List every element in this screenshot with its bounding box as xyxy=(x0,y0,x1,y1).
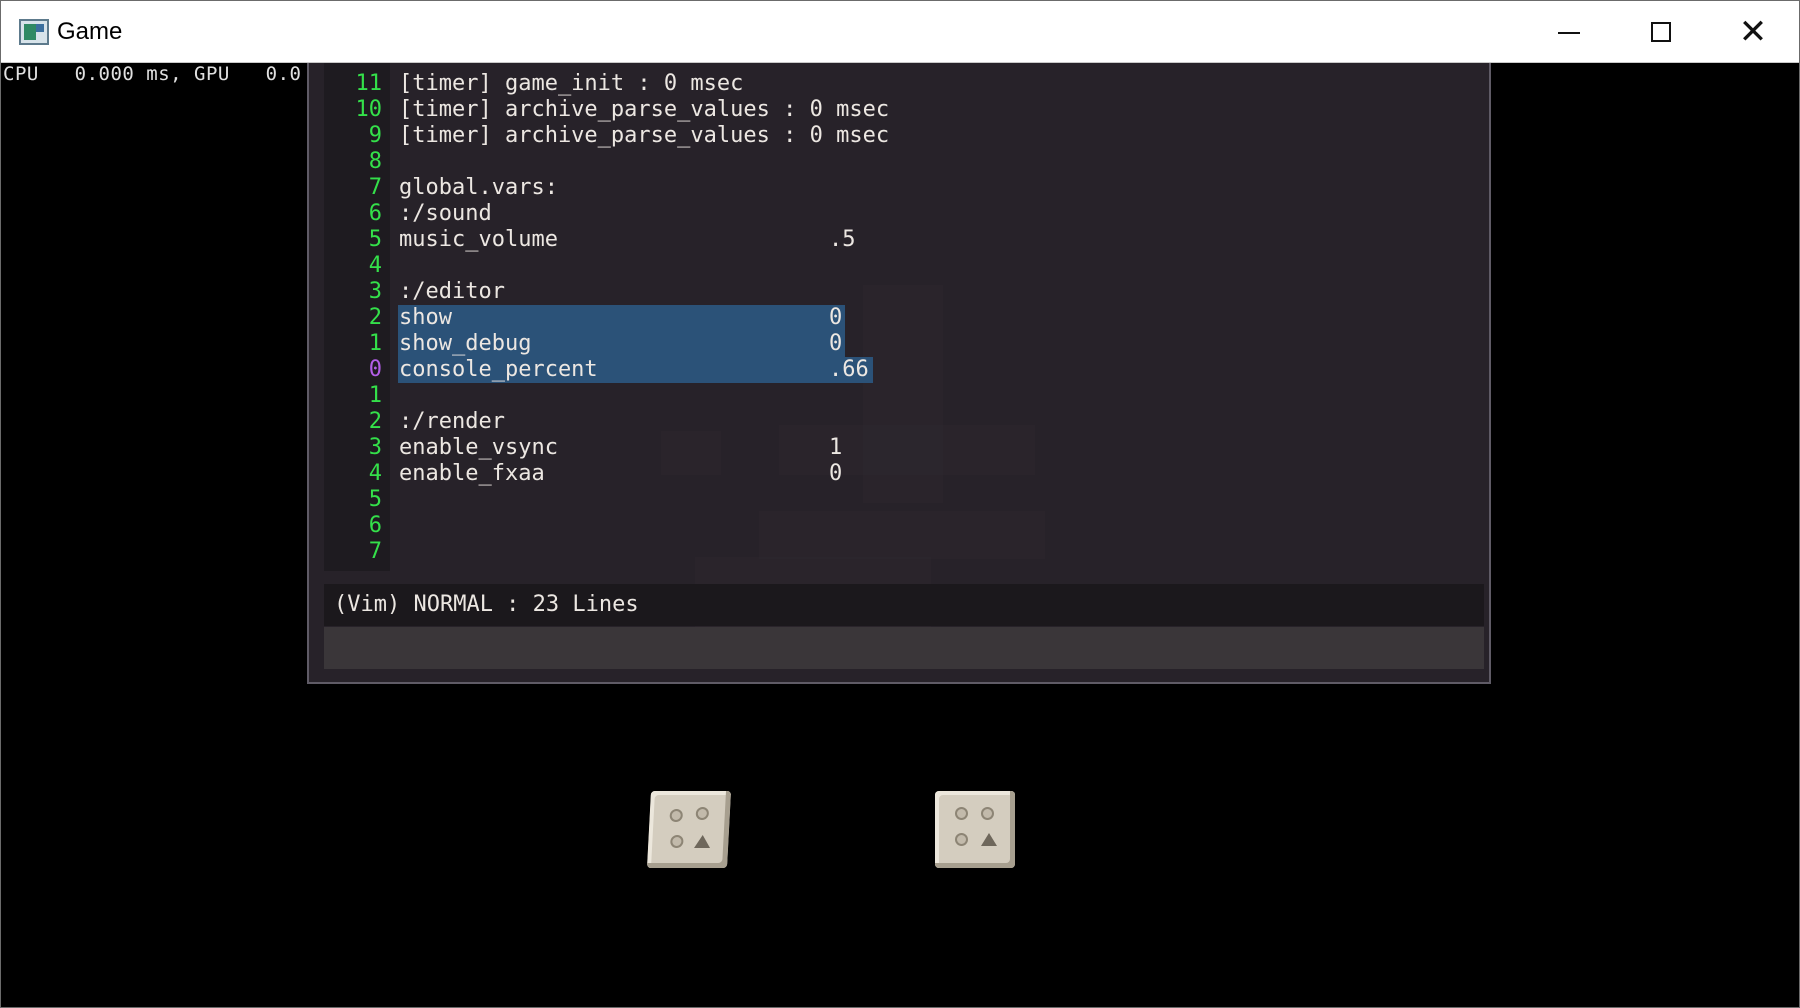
line-number: 5 xyxy=(368,487,382,512)
die-pip xyxy=(669,809,684,822)
line-value: .66 xyxy=(829,357,869,382)
line-number: 2 xyxy=(368,409,382,434)
line-text: [timer] game_init : 0 msec xyxy=(399,71,744,96)
line-value: 0 xyxy=(829,461,843,486)
line-number: 3 xyxy=(368,435,382,460)
line-number: 9 xyxy=(368,123,382,148)
line-text: show_debug xyxy=(399,331,532,356)
current-line-number: 0 xyxy=(368,357,382,382)
line-text: enable_vsync xyxy=(399,435,558,460)
die-triangle xyxy=(981,833,997,846)
console-panel[interactable]: 11 [timer] game_init : 0 msec 10 [timer] a… xyxy=(307,63,1491,684)
die-pip xyxy=(955,807,968,820)
dice-block-left[interactable] xyxy=(646,791,732,868)
line-number: 6 xyxy=(368,201,382,226)
vim-mode-status: (Vim) NORMAL : 23 Lines xyxy=(334,592,639,617)
line-value: 1 xyxy=(829,435,843,460)
minimize-icon xyxy=(1558,32,1580,34)
minimize-button[interactable] xyxy=(1523,1,1615,63)
line-number: 3 xyxy=(368,279,382,304)
line-number: 4 xyxy=(368,253,382,278)
line-number: 7 xyxy=(368,175,382,200)
line-text: console_percent xyxy=(399,357,598,382)
title-bar[interactable]: Game ✕ xyxy=(1,1,1799,63)
line-text: [timer] archive_parse_values : 0 msec xyxy=(399,97,890,122)
dice-block-right[interactable] xyxy=(935,791,1015,868)
line-text: :/sound xyxy=(399,201,492,226)
game-window: Game ✕ CPU 0.000 ms, GPU 0.0 11 [timer] g… xyxy=(0,0,1800,1008)
line-number: 10 xyxy=(355,97,383,122)
line-value: .5 xyxy=(829,227,856,252)
line-number: 4 xyxy=(368,461,382,486)
perf-overlay: CPU 0.000 ms, GPU 0.0 xyxy=(3,63,302,85)
line-number: 6 xyxy=(368,513,382,538)
selection-highlight xyxy=(398,305,845,331)
line-text: :/editor xyxy=(399,279,505,304)
line-number: 1 xyxy=(368,383,382,408)
line-value: 0 xyxy=(829,331,843,356)
die-triangle xyxy=(694,835,711,848)
line-text: [timer] archive_parse_values : 0 msec xyxy=(399,123,890,148)
close-button[interactable]: ✕ xyxy=(1707,1,1799,63)
maximize-button[interactable] xyxy=(1615,1,1707,63)
close-icon: ✕ xyxy=(1738,12,1768,52)
line-text: enable_fxaa xyxy=(399,461,545,486)
line-text: :/render xyxy=(399,409,505,434)
maximize-icon xyxy=(1651,22,1671,42)
line-text: global.vars: xyxy=(399,175,558,200)
die-pip xyxy=(670,835,684,848)
line-number: 11 xyxy=(355,71,383,96)
line-text: show xyxy=(399,305,452,330)
line-number: 7 xyxy=(368,539,382,564)
app-window-icon xyxy=(19,19,49,45)
vim-status-bar: (Vim) NORMAL : 23 Lines xyxy=(324,584,1484,626)
die-pip xyxy=(981,807,994,820)
die-pip xyxy=(695,807,710,820)
console-command-input[interactable] xyxy=(324,627,1484,669)
line-number: 8 xyxy=(368,149,382,174)
window-title: Game xyxy=(57,18,123,45)
line-number: 2 xyxy=(368,305,382,330)
line-text: music_volume xyxy=(399,227,558,252)
die-pip xyxy=(955,833,968,846)
line-value: 0 xyxy=(829,305,843,330)
line-number: 1 xyxy=(368,331,382,356)
game-viewport[interactable]: CPU 0.000 ms, GPU 0.0 11 [timer] game_ini… xyxy=(1,63,1799,1007)
line-number: 5 xyxy=(368,227,382,252)
